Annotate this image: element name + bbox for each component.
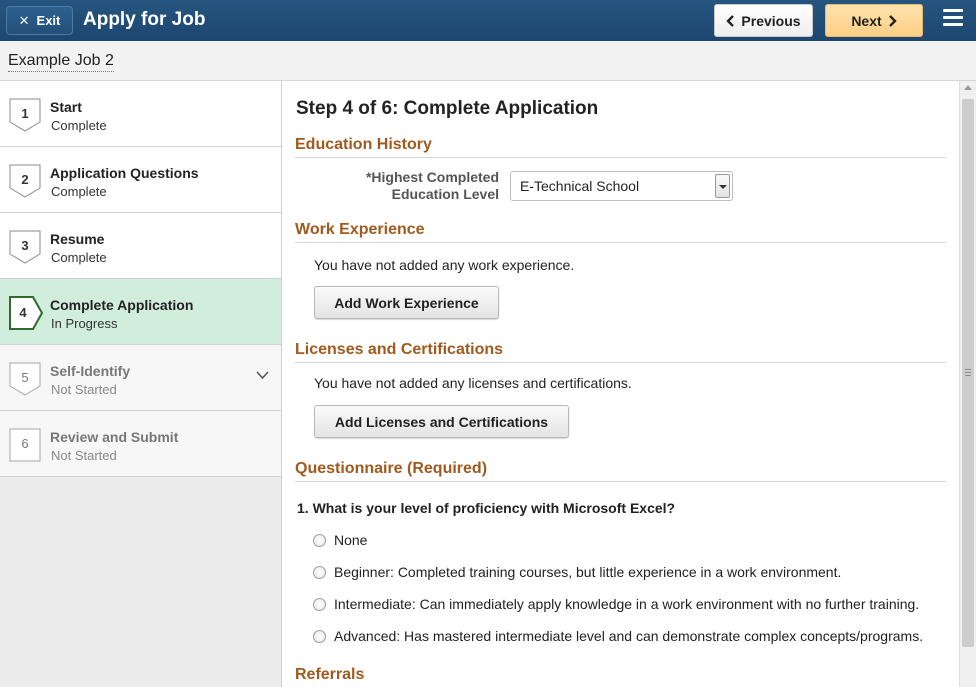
licenses-empty-text: You have not added any licenses and cert… <box>314 375 632 391</box>
step-start[interactable]: 1 Start Complete <box>0 81 281 147</box>
step-status: In Progress <box>51 316 118 331</box>
add-licenses-button[interactable]: Add Licenses and Certifications <box>314 405 569 438</box>
education-history-heading: Education History <box>295 136 946 158</box>
radio-option-advanced[interactable]: Advanced: Has mastered intermediate leve… <box>313 628 923 644</box>
education-level-label: *Highest Completed Education Level <box>365 169 499 202</box>
step-label: Complete Application <box>50 297 194 313</box>
previous-label: Previous <box>741 12 801 29</box>
licenses-heading: Licenses and Certifications <box>295 341 946 363</box>
work-experience-heading: Work Experience <box>295 221 946 243</box>
hamburger-menu-icon[interactable] <box>940 9 966 31</box>
radio-button[interactable] <box>313 533 326 547</box>
step-number-badge: 1 <box>9 98 41 132</box>
referrals-heading: Referrals <box>295 666 365 683</box>
close-icon: ✕ <box>18 12 30 28</box>
education-level-value: E-Technical School <box>520 178 640 194</box>
step-status: Not Started <box>51 448 117 463</box>
chevron-right-icon <box>888 14 897 27</box>
job-name-link[interactable]: Example Job 2 <box>8 52 114 72</box>
chevron-left-icon <box>726 14 735 27</box>
step-status: Complete <box>51 250 107 265</box>
question-text: 1. What is your level of proficiency wit… <box>297 500 676 516</box>
step-status: Not Started <box>51 382 117 397</box>
next-label: Next <box>851 12 882 29</box>
radio-label: Intermediate: Can immediately apply know… <box>334 596 920 612</box>
step-complete-application[interactable]: 4 Complete Application In Progress <box>0 279 281 345</box>
work-experience-empty-text: You have not added any work experience. <box>314 257 575 273</box>
radio-option-none[interactable]: None <box>313 532 367 548</box>
step-number-badge: 2 <box>9 164 41 198</box>
step-label: Review and Submit <box>50 429 179 445</box>
radio-button[interactable] <box>313 565 326 579</box>
step-label: Self-Identify <box>50 363 131 379</box>
step-number-badge: 6 <box>9 428 41 462</box>
step-number-badge: 3 <box>9 230 41 264</box>
step-navigation: 1 Start Complete 2 Application Questions… <box>0 81 282 687</box>
main-content: Step 4 of 6: Complete Application Educat… <box>282 81 959 687</box>
step-number-badge-current: 4 <box>9 296 43 330</box>
exit-button[interactable]: ✕ Exit <box>6 6 73 35</box>
radio-label: Beginner: Completed training courses, bu… <box>334 564 842 580</box>
radio-label: Advanced: Has mastered intermediate leve… <box>334 628 924 644</box>
step-label: Start <box>50 99 82 115</box>
step-self-identify[interactable]: 5 Self-Identify Not Started <box>0 345 281 411</box>
previous-button[interactable]: Previous <box>714 4 813 37</box>
vertical-scrollbar[interactable] <box>959 81 976 687</box>
radio-button[interactable] <box>313 629 326 643</box>
chevron-down-icon[interactable] <box>256 371 269 380</box>
step-status: Complete <box>51 118 107 133</box>
radio-option-intermediate[interactable]: Intermediate: Can immediately apply know… <box>313 596 919 612</box>
step-resume[interactable]: 3 Resume Complete <box>0 213 281 279</box>
step-label: Resume <box>50 231 105 247</box>
education-level-select[interactable]: E-Technical School <box>510 171 733 201</box>
step-title: Step 4 of 6: Complete Application <box>296 98 599 119</box>
scroll-up-arrow-icon[interactable] <box>964 85 972 90</box>
step-number-badge: 5 <box>9 362 41 396</box>
next-button[interactable]: Next <box>825 4 923 37</box>
job-subheader: Example Job 2 <box>0 41 976 81</box>
step-application-questions[interactable]: 2 Application Questions Complete <box>0 147 281 213</box>
step-label: Application Questions <box>50 165 199 181</box>
step-review-and-submit[interactable]: 6 Review and Submit Not Started <box>0 411 281 477</box>
add-work-experience-button[interactable]: Add Work Experience <box>314 286 499 319</box>
radio-button[interactable] <box>313 597 326 611</box>
dropdown-arrow-icon[interactable] <box>715 174 730 198</box>
exit-label: Exit <box>36 13 61 28</box>
questionnaire-heading: Questionnaire (Required) <box>295 460 946 482</box>
step-status: Complete <box>51 184 107 199</box>
app-header: ✕ Exit Apply for Job Previous Next <box>0 0 976 41</box>
page-title: Apply for Job <box>83 9 206 30</box>
scrollbar-thumb[interactable] <box>962 99 974 647</box>
radio-label: None <box>334 532 368 548</box>
radio-option-beginner[interactable]: Beginner: Completed training courses, bu… <box>313 564 841 580</box>
